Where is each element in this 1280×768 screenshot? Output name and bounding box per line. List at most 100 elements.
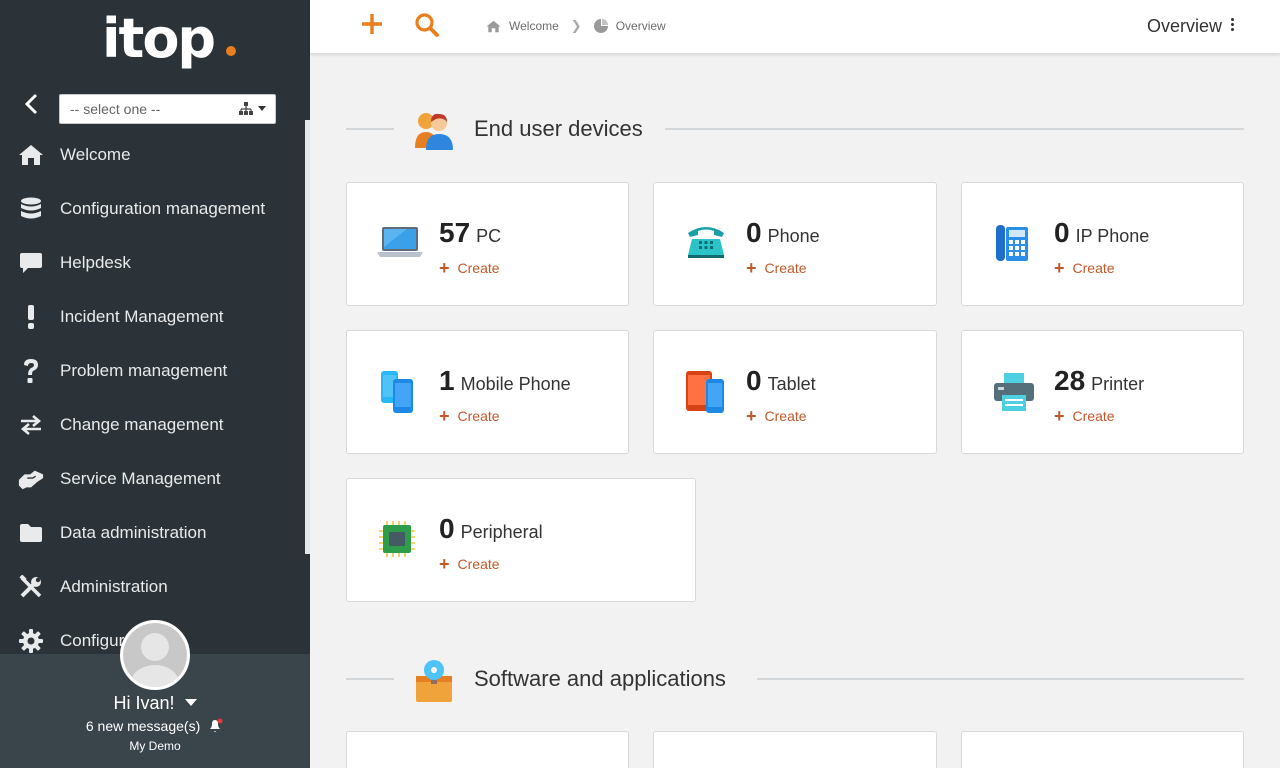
menu-item-problem-management[interactable]: Problem management	[0, 344, 304, 398]
mobile-phone-icon	[377, 371, 421, 415]
logo-text: itop	[102, 7, 216, 70]
software-box-icon	[412, 658, 456, 702]
dashlet-placeholder[interactable]	[346, 731, 629, 768]
user-silhouette-icon	[131, 633, 179, 687]
section-header-end-user-devices: End user devices	[346, 104, 1244, 154]
laptop-icon	[377, 223, 423, 267]
dashlet-mobile-phone[interactable]: 1 Mobile Phone + Create	[346, 330, 629, 454]
itop-logo[interactable]: itop	[102, 8, 242, 80]
divider	[346, 128, 394, 130]
divider	[757, 678, 1244, 680]
plus-icon: +	[1054, 406, 1065, 426]
printer-icon	[992, 371, 1036, 415]
count-value: 28	[1054, 365, 1086, 396]
dashlet-count: 28 Printer	[1054, 365, 1144, 397]
menu-item-welcome[interactable]: Welcome	[0, 128, 304, 182]
divider	[665, 128, 1244, 130]
dashlet-count: 0 Phone	[746, 217, 820, 249]
create-label: Create	[1072, 260, 1115, 276]
menu-item-change-management[interactable]: Change management	[0, 398, 304, 452]
dashlet-tablet[interactable]: 0 Tablet + Create	[653, 330, 937, 454]
menu-item-label: Configuration management	[60, 199, 266, 218]
search-icon	[415, 13, 439, 37]
dashlet-phone[interactable]: 0 Phone + Create	[653, 182, 937, 306]
tools-icon	[18, 574, 44, 600]
plus-icon: +	[439, 406, 450, 426]
count-value: 0	[746, 217, 762, 248]
more-actions-icon[interactable]	[1230, 18, 1236, 34]
count-value: 57	[439, 217, 471, 248]
menu-item-administration[interactable]: Administration	[0, 560, 304, 614]
question-icon	[18, 358, 44, 384]
create-label: Create	[1072, 408, 1115, 424]
main-menu: Welcome Configuration management Helpdes…	[0, 128, 304, 668]
plus-icon: +	[439, 258, 450, 278]
dashlet-peripheral[interactable]: 0 Peripheral + Create	[346, 478, 696, 602]
new-object-button[interactable]	[360, 12, 386, 40]
organization-select[interactable]: -- select one --	[59, 94, 276, 124]
database-icon	[18, 196, 44, 222]
create-label: Create	[764, 408, 807, 424]
section-title: Software and applications	[474, 666, 726, 691]
dashlet-label: PC	[476, 226, 502, 246]
breadcrumb-overview[interactable]: Overview	[593, 19, 666, 33]
count-value: 1	[439, 365, 455, 396]
dashlet-pc[interactable]: 57 PC + Create	[346, 182, 629, 306]
menu-item-label: Helpdesk	[60, 253, 131, 272]
new-messages-link[interactable]: 6 new message(s)	[0, 718, 310, 734]
menu-item-data-administration[interactable]: Data administration	[0, 506, 304, 560]
plus-icon: +	[746, 258, 757, 278]
page-title: Overview	[1146, 16, 1222, 36]
menu-item-configuration-management[interactable]: Configuration management	[0, 182, 304, 236]
menu-item-label: Data administration	[60, 523, 207, 542]
plus-icon: +	[439, 554, 450, 574]
breadcrumb-label: Overview	[615, 19, 666, 33]
caret-down-icon	[184, 699, 197, 706]
cog-icon	[18, 628, 44, 654]
home-icon	[486, 20, 501, 32]
create-ip-phone-link[interactable]: + Create	[1054, 258, 1115, 279]
create-phone-link[interactable]: + Create	[746, 258, 807, 279]
plus-icon	[362, 14, 382, 34]
user-greeting: Hi Ivan!	[113, 693, 175, 713]
chevron-right-icon: ❯	[570, 18, 582, 33]
menu-item-incident-management[interactable]: Incident Management	[0, 290, 304, 344]
collapse-sidebar-button[interactable]	[18, 90, 44, 118]
create-pc-link[interactable]: + Create	[439, 258, 500, 279]
dashlet-label: Mobile Phone	[460, 374, 571, 394]
dashlet-placeholder[interactable]	[653, 731, 937, 768]
create-label: Create	[457, 408, 500, 424]
breadcrumb: Welcome ❯ Overview	[486, 18, 666, 34]
desk-phone-icon	[684, 223, 728, 267]
global-search-button[interactable]	[414, 12, 442, 40]
avatar[interactable]	[120, 620, 190, 690]
user-greeting-menu[interactable]: Hi Ivan!	[0, 693, 310, 714]
create-printer-link[interactable]: + Create	[1054, 406, 1115, 427]
count-value: 0	[1054, 217, 1070, 248]
breadcrumb-label: Welcome	[509, 19, 559, 33]
dashlet-ip-phone[interactable]: 0 IP Phone + Create	[961, 182, 1244, 306]
plus-icon: +	[1054, 258, 1065, 278]
sidebar-scrollbar[interactable]	[305, 120, 310, 554]
organization-name: My Demo	[129, 739, 181, 753]
menu-item-service-management[interactable]: Service Management	[0, 452, 304, 506]
folder-icon	[18, 520, 44, 546]
create-tablet-link[interactable]: + Create	[746, 406, 807, 427]
plus-icon: +	[746, 406, 757, 426]
menu-item-helpdesk[interactable]: Helpdesk	[0, 236, 304, 290]
create-peripheral-link[interactable]: + Create	[439, 554, 500, 575]
sidebar: itop -- select one -- Welcome Configurat…	[0, 0, 310, 768]
menu-item-label: Configur	[60, 631, 125, 650]
new-messages-text: 6 new message(s)	[85, 718, 201, 734]
section-header-software-and-applications: Software and applications	[346, 654, 1244, 704]
dashlet-printer[interactable]: 28 Printer + Create	[961, 330, 1244, 454]
menu-item-label: Incident Management	[60, 307, 224, 326]
create-label: Create	[764, 260, 807, 276]
dashlet-count: 57 PC	[439, 217, 501, 249]
dashlet-placeholder[interactable]	[961, 731, 1244, 768]
dashlet-count: 0 Peripheral	[439, 513, 543, 545]
section-title: End user devices	[474, 116, 643, 141]
dashlet-count: 0 IP Phone	[1054, 217, 1149, 249]
breadcrumb-welcome[interactable]: Welcome	[486, 19, 559, 33]
create-mobile-phone-link[interactable]: + Create	[439, 406, 500, 427]
